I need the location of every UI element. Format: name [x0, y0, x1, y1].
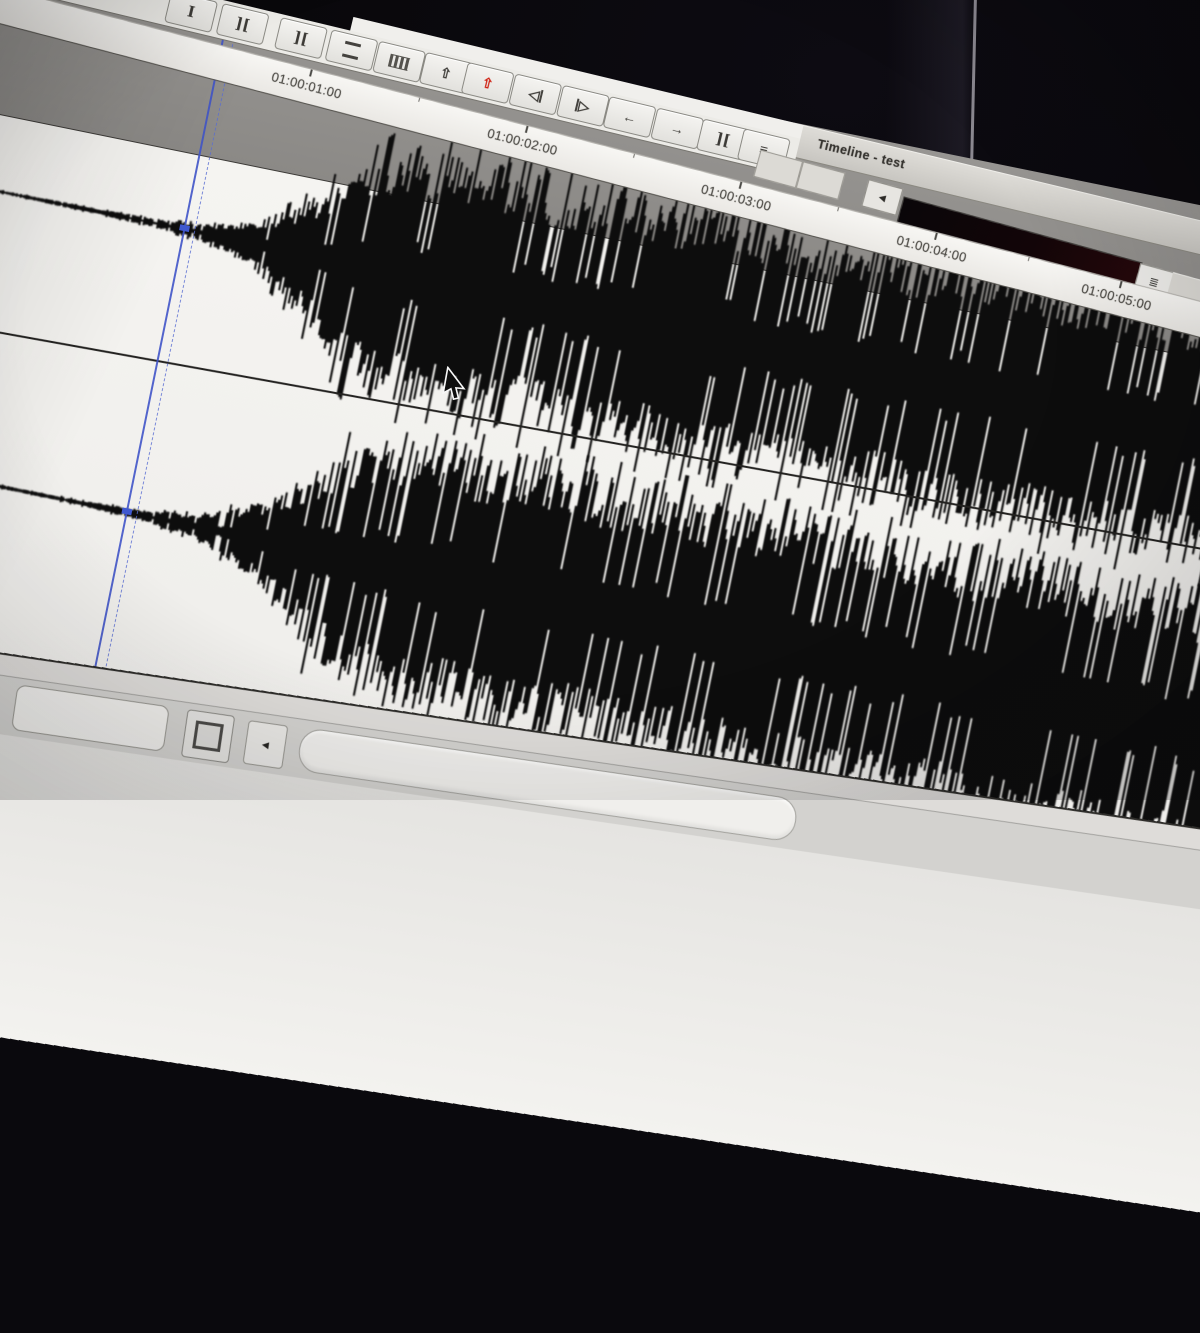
join-bracket-tool-button[interactable]: ][ — [274, 17, 328, 59]
scroll-left-icon: ◀ — [261, 739, 269, 751]
filmstrip-tool-icon — [388, 53, 410, 70]
slide-left-arrow-icon: ← — [621, 108, 638, 127]
razor-bars-tool-button[interactable] — [324, 29, 378, 71]
ruler-second-tick — [934, 233, 937, 240]
ruler-second-tick — [525, 126, 528, 133]
fit-to-window-button[interactable] — [181, 709, 235, 763]
ruler-second-tick — [1119, 281, 1122, 288]
lift-up-arrow-icon: ⇧ — [438, 63, 453, 82]
roll-right-tool-button[interactable]: ▷ — [556, 85, 610, 127]
roll-right-tool-icon: ▷ — [577, 97, 591, 116]
join-bracket-tool-icon: ][ — [292, 28, 310, 49]
fit-icon — [192, 720, 224, 752]
razor-bars-tool-icon — [342, 41, 361, 60]
ruler-half-second-tick — [418, 98, 420, 102]
bracket-hand-tool-icon: ][ — [714, 129, 732, 150]
slide-left-arrow-button[interactable]: ← — [603, 96, 657, 138]
speaker-icon: ◀ — [878, 191, 888, 203]
ruler-half-second-tick — [837, 207, 839, 211]
ruler-half-second-tick — [1027, 257, 1029, 261]
extract-up-arrow-red-icon: ⇧ — [480, 73, 495, 92]
scroll-left-button[interactable]: ◀ — [242, 720, 288, 769]
mark-in-tool-icon: I — [186, 2, 197, 21]
ruler-second-tick — [309, 69, 312, 76]
filmstrip-tool-button[interactable] — [372, 41, 426, 83]
ruler-second-tick — [739, 182, 742, 189]
trim-bracket-tool-icon: ][ — [234, 14, 252, 35]
slide-right-arrow-icon: → — [669, 119, 686, 138]
mark-in-tool-button[interactable]: I — [164, 0, 218, 33]
ruler-half-second-tick — [633, 154, 635, 158]
extract-up-arrow-red-button[interactable]: ⇧ — [461, 62, 515, 104]
roll-left-tool-button[interactable]: ◁ — [508, 73, 562, 115]
trim-bracket-tool-button[interactable]: ][ — [216, 3, 270, 45]
